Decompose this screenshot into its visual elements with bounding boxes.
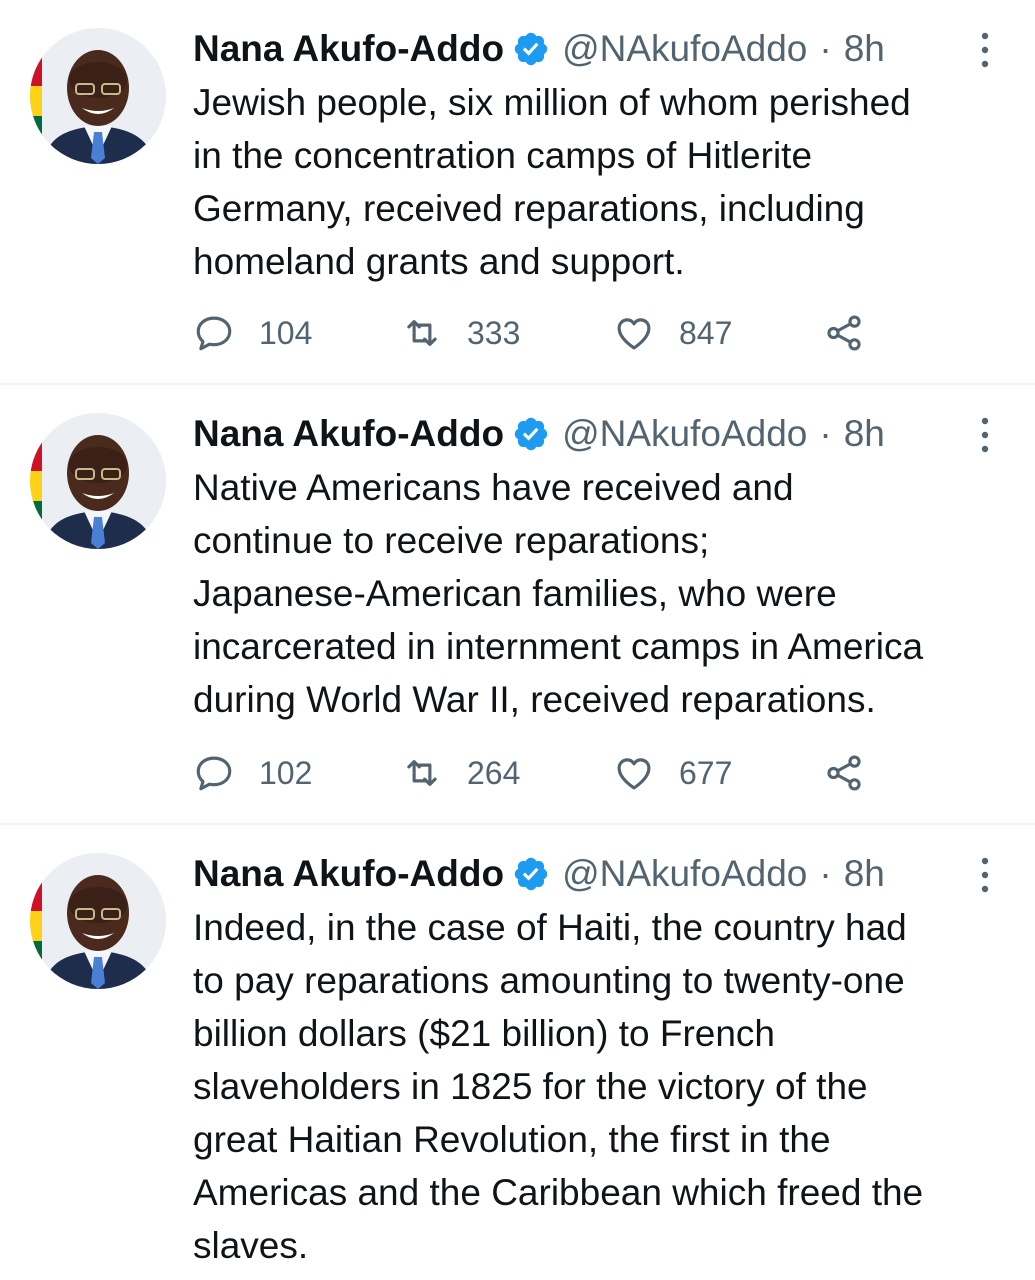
like-count: 677 [679, 754, 733, 791]
avatar[interactable] [30, 28, 166, 164]
retweet-icon [401, 752, 443, 794]
avatar-image [30, 28, 166, 164]
tweet-text-line: slaves. [193, 1225, 309, 1266]
separator-dot: · [819, 413, 832, 454]
share-button[interactable] [823, 311, 865, 355]
tweet[interactable]: Nana Akufo-Addo @NAkufoAddo · 8h Indeed,… [0, 825, 1035, 1280]
verified-badge-icon [512, 855, 550, 893]
verified-badge-icon [512, 415, 550, 453]
tweet-actions: 102 264 677 [193, 751, 893, 795]
heart-icon [613, 312, 655, 354]
separator-dot: · [819, 853, 832, 894]
like-count: 847 [679, 314, 733, 351]
tweet-text: Native Americans have received and conti… [193, 461, 1023, 726]
like-button[interactable]: 847 [613, 311, 732, 355]
author-handle[interactable]: @NAkufoAddo [562, 853, 807, 895]
tweet-text-line: great Haitian Revolution, the first in t… [193, 1119, 831, 1160]
retweet-button[interactable]: 333 [401, 311, 520, 355]
timeline-feed: Nana Akufo-Addo @NAkufoAddo · 8h Jewish … [0, 0, 1035, 1280]
timestamp[interactable]: 8h [844, 413, 885, 455]
retweet-count: 264 [467, 754, 521, 791]
avatar-image [30, 853, 166, 989]
tweet-text-line: Japanese-American families, who were [193, 573, 837, 614]
reply-icon [193, 752, 235, 794]
tweet-text: Indeed, in the case of Haiti, the countr… [193, 901, 1023, 1272]
tweet-text-line: homeland grants and support. [193, 241, 685, 282]
retweet-icon [401, 312, 443, 354]
reply-icon [193, 312, 235, 354]
tweet-text-line: slaveholders in 1825 for the victory of … [193, 1066, 868, 1107]
tweet-actions: 104 333 847 [193, 311, 893, 355]
share-button[interactable] [823, 751, 865, 795]
tweet-header: Nana Akufo-Addo @NAkufoAddo · 8h [193, 27, 885, 71]
reply-button[interactable]: 104 [193, 311, 312, 355]
tweet-text-line: billion dollars ($21 billion) to French [193, 1013, 776, 1054]
tweet-text-line: to pay reparations amounting to twenty-o… [193, 960, 905, 1001]
tweet-text-line: continue to receive reparations; [193, 520, 710, 561]
reply-count: 104 [259, 314, 313, 351]
avatar[interactable] [30, 413, 166, 549]
retweet-count: 333 [467, 314, 521, 351]
tweet-text-line: during World War II, received reparation… [193, 679, 876, 720]
tweet[interactable]: Nana Akufo-Addo @NAkufoAddo · 8h Jewish … [0, 0, 1035, 385]
share-icon [823, 752, 865, 794]
like-button[interactable]: 677 [613, 751, 732, 795]
separator-dot: · [819, 28, 832, 69]
avatar-image [30, 413, 166, 549]
tweet-text: Jewish people, six million of whom peris… [193, 76, 1023, 288]
author-name[interactable]: Nana Akufo-Addo [193, 413, 504, 455]
verified-badge-icon [512, 30, 550, 68]
author-handle[interactable]: @NAkufoAddo [562, 28, 807, 70]
more-vertical-icon[interactable] [975, 415, 995, 455]
tweet-text-line: Indeed, in the case of Haiti, the countr… [193, 907, 907, 948]
tweet-header: Nana Akufo-Addo @NAkufoAddo · 8h [193, 852, 885, 896]
heart-icon [613, 752, 655, 794]
timestamp[interactable]: 8h [844, 853, 885, 895]
tweet-text-line: Jewish people, six million of whom peris… [193, 82, 911, 123]
share-icon [823, 312, 865, 354]
retweet-button[interactable]: 264 [401, 751, 520, 795]
tweet-text-line: incarcerated in internment camps in Amer… [193, 626, 924, 667]
tweet-text-line: Germany, received reparations, including [193, 188, 865, 229]
tweet-text-line: Americas and the Caribbean which freed t… [193, 1172, 924, 1213]
reply-button[interactable]: 102 [193, 751, 312, 795]
tweet-text-line: Native Americans have received and [193, 467, 794, 508]
tweet[interactable]: Nana Akufo-Addo @NAkufoAddo · 8h Native … [0, 385, 1035, 825]
more-vertical-icon[interactable] [975, 855, 995, 895]
tweet-text-line: in the concentration camps of Hitlerite [193, 135, 813, 176]
author-name[interactable]: Nana Akufo-Addo [193, 853, 504, 895]
reply-count: 102 [259, 754, 313, 791]
avatar[interactable] [30, 853, 166, 989]
tweet-header: Nana Akufo-Addo @NAkufoAddo · 8h [193, 412, 885, 456]
timestamp[interactable]: 8h [844, 28, 885, 70]
more-vertical-icon[interactable] [975, 30, 995, 70]
author-name[interactable]: Nana Akufo-Addo [193, 28, 504, 70]
author-handle[interactable]: @NAkufoAddo [562, 413, 807, 455]
